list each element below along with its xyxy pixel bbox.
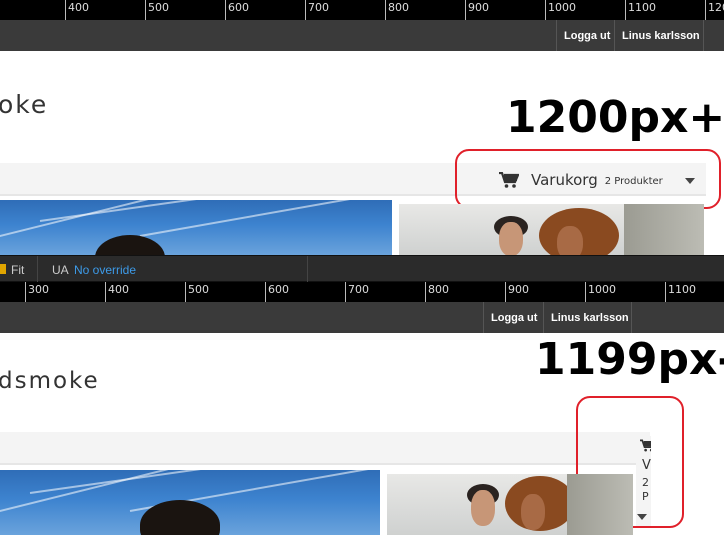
ruler-label: 800 [428,283,449,296]
ua-label: UA [52,263,69,277]
ruler-label: 400 [68,1,89,14]
top-navbar-small: Logga ut Linus karlsson [0,302,724,333]
ruler-label: 700 [308,1,329,14]
ua-override-link[interactable]: No override [74,263,136,277]
ruler-label: 800 [388,1,409,14]
annotation-highlight-box [455,149,721,209]
hero-image [0,200,392,255]
ruler-label: 600 [268,283,289,296]
ruler-label: 600 [228,1,249,14]
ruler-label: 700 [348,283,369,296]
logout-link[interactable]: Logga ut [483,302,544,333]
top-navbar: Logga ut Linus karlsson [0,20,724,51]
logout-link[interactable]: Logga ut [556,20,617,51]
ruler-bottom: 300 400 500 600 700 800 900 1000 1100 [0,282,724,302]
ruler-label: 1000 [588,283,616,296]
site-title[interactable]: dsmoke [0,368,100,394]
user-link[interactable]: Linus karlsson [543,302,636,333]
ruler-label: 1100 [628,1,656,14]
ruler-label: 1100 [668,283,696,296]
ruler-label: 300 [28,283,49,296]
fit-checkbox-icon[interactable] [0,264,6,274]
annotation-breakpoint-label: 1199px- [535,334,724,385]
ruler-label: 500 [188,283,209,296]
ruler-label: 900 [468,1,489,14]
ruler-label: 500 [148,1,169,14]
user-link[interactable]: Linus karlsson [614,20,707,51]
main-menu-bar [0,432,650,465]
fit-label[interactable]: Fit [11,263,24,277]
ruler-label: 400 [108,283,129,296]
site-title[interactable]: oke [0,90,48,119]
ruler-label: 120 [708,1,724,14]
ruler-top: 400 500 600 700 800 900 1000 1100 120 [0,0,724,20]
product-image [387,474,633,535]
devtools-emulation-bar: Fit UA No override [0,255,724,283]
product-image [399,204,704,255]
hero-image [0,470,380,535]
annotation-breakpoint-label: 1200px+ [506,92,724,143]
ruler-label: 900 [508,283,529,296]
ruler-label: 1000 [548,1,576,14]
